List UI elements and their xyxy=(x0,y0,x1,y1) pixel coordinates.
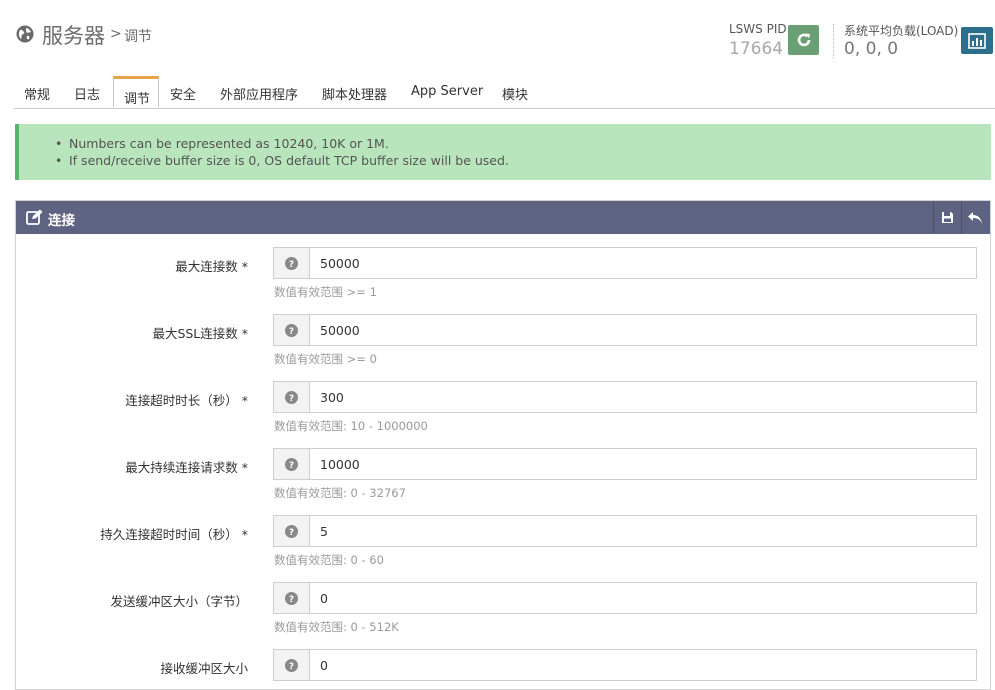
page-header: 服务器 > 调节 LSWS PID 17664 系统平均负载(LOAD) 0, … xyxy=(0,0,995,76)
tab-external-apps[interactable]: 外部应用程序 xyxy=(220,84,298,103)
svg-text:?: ? xyxy=(289,662,294,672)
info-item: Numbers can be represented as 10240, 10K… xyxy=(55,135,991,152)
max-ssl-connections-field: ? xyxy=(273,314,980,346)
row-label-container: 持久连接超时时间（秒） * xyxy=(16,524,248,542)
header-divider xyxy=(833,24,835,58)
edit-icon xyxy=(26,209,43,225)
row-label-container: 连接超时时长（秒） * xyxy=(16,390,248,408)
max-connections-field: ? xyxy=(273,247,980,279)
save-button[interactable] xyxy=(933,201,961,234)
load-value: 0, 0, 0 xyxy=(844,39,899,59)
question-icon: ? xyxy=(285,658,298,672)
help-button[interactable]: ? xyxy=(274,382,310,412)
panel-title: 连接 xyxy=(48,213,75,229)
svg-text:?: ? xyxy=(289,528,294,538)
breadcrumb-separator: > xyxy=(110,26,122,42)
max-ssl-connections-hint: 数值有效范围 >= 0 xyxy=(274,352,377,366)
globe-icon xyxy=(16,25,34,43)
load-label: 系统平均负载(LOAD) xyxy=(844,24,959,38)
connection-timeout-label: 连接超时时长（秒） * xyxy=(125,393,248,408)
send-buffer-size-label: 发送缓冲区大小（字节） xyxy=(110,594,248,609)
help-button[interactable]: ? xyxy=(274,248,310,278)
question-icon: ? xyxy=(285,591,298,605)
max-ssl-connections-input[interactable] xyxy=(310,315,980,345)
send-buffer-size-input[interactable] xyxy=(310,583,980,613)
info-box: Numbers can be represented as 10240, 10K… xyxy=(15,124,991,180)
keepalive-timeout-hint: 数值有效范围: 0 - 60 xyxy=(274,553,384,567)
row-label-container: 最大持续连接请求数 * xyxy=(16,457,248,475)
keepalive-timeout-input[interactable] xyxy=(310,516,980,546)
keepalive-timeout-field: ? xyxy=(273,515,980,547)
connection-timeout-field: ? xyxy=(273,381,980,413)
row-label-container: 接收缓冲区大小 xyxy=(16,658,248,676)
tab-general[interactable]: 常规 xyxy=(24,84,50,103)
help-button[interactable]: ? xyxy=(274,583,310,613)
max-ssl-connections-label: 最大SSL连接数 * xyxy=(152,326,248,341)
bar-chart-icon xyxy=(968,32,986,49)
refresh-icon xyxy=(797,33,810,47)
max-keepalive-requests-label: 最大持续连接请求数 * xyxy=(125,460,248,475)
undo-icon xyxy=(968,211,982,224)
receive-buffer-size-input[interactable] xyxy=(310,650,980,680)
tab-script-handler[interactable]: 脚本处理器 xyxy=(322,84,387,103)
pid-label: LSWS PID xyxy=(729,22,787,36)
max-keepalive-requests-hint: 数值有效范围: 0 - 32767 xyxy=(274,486,406,500)
keepalive-timeout-label: 持久连接超时时间（秒） * xyxy=(100,527,248,542)
question-icon: ? xyxy=(285,524,298,538)
max-connections-input[interactable] xyxy=(310,248,980,278)
svg-text:?: ? xyxy=(289,394,294,404)
page-subtitle: 调节 xyxy=(124,29,152,45)
pid-value: 17664 xyxy=(729,39,784,59)
row-label-container: 最大SSL连接数 * xyxy=(16,323,248,341)
max-connections-label: 最大连接数 * xyxy=(175,259,248,274)
svg-text:?: ? xyxy=(289,260,294,270)
connection-panel: 连接 最大连接数 * ? 数值有效范围 >= 1 最大SSL连接数 * xyxy=(15,200,991,690)
tab-security[interactable]: 安全 xyxy=(170,84,196,103)
max-keepalive-requests-field: ? xyxy=(273,448,980,480)
page-title: 服务器 xyxy=(42,24,105,48)
max-connections-hint: 数值有效范围 >= 1 xyxy=(274,285,377,299)
question-icon: ? xyxy=(285,457,298,471)
receive-buffer-size-field: ? xyxy=(273,649,980,681)
load-chart-button[interactable] xyxy=(961,27,993,54)
info-item: If send/receive buffer size is 0, OS def… xyxy=(55,152,991,169)
save-icon xyxy=(941,212,953,223)
max-keepalive-requests-input[interactable] xyxy=(310,449,980,479)
question-icon: ? xyxy=(285,256,298,270)
help-button[interactable]: ? xyxy=(274,650,310,680)
svg-text:?: ? xyxy=(289,595,294,605)
question-icon: ? xyxy=(285,390,298,404)
receive-buffer-size-label: 接收缓冲区大小 xyxy=(160,661,248,676)
send-buffer-size-hint: 数值有效范围: 0 - 512K xyxy=(274,620,399,634)
connection-timeout-hint: 数值有效范围: 10 - 1000000 xyxy=(274,419,428,433)
row-label-container: 发送缓冲区大小（字节） xyxy=(16,591,248,609)
question-icon: ? xyxy=(285,323,298,337)
restart-button[interactable] xyxy=(788,25,819,55)
tab-tuning[interactable]: 调节 xyxy=(113,76,159,108)
tab-modules[interactable]: 模块 xyxy=(502,84,528,103)
tab-app-server[interactable]: App Server xyxy=(411,84,483,99)
help-button[interactable]: ? xyxy=(274,315,310,345)
send-buffer-size-field: ? xyxy=(273,582,980,614)
tab-bar: 常规 日志 调节 安全 外部应用程序 脚本处理器 App Server 模块 xyxy=(14,76,995,109)
help-button[interactable]: ? xyxy=(274,449,310,479)
tab-logs[interactable]: 日志 xyxy=(74,84,100,103)
connection-timeout-input[interactable] xyxy=(310,382,980,412)
back-button[interactable] xyxy=(961,201,989,234)
svg-text:?: ? xyxy=(289,327,294,337)
help-button[interactable]: ? xyxy=(274,516,310,546)
panel-header: 连接 xyxy=(16,201,990,234)
row-label-container: 最大连接数 * xyxy=(16,256,248,274)
svg-text:?: ? xyxy=(289,461,294,471)
